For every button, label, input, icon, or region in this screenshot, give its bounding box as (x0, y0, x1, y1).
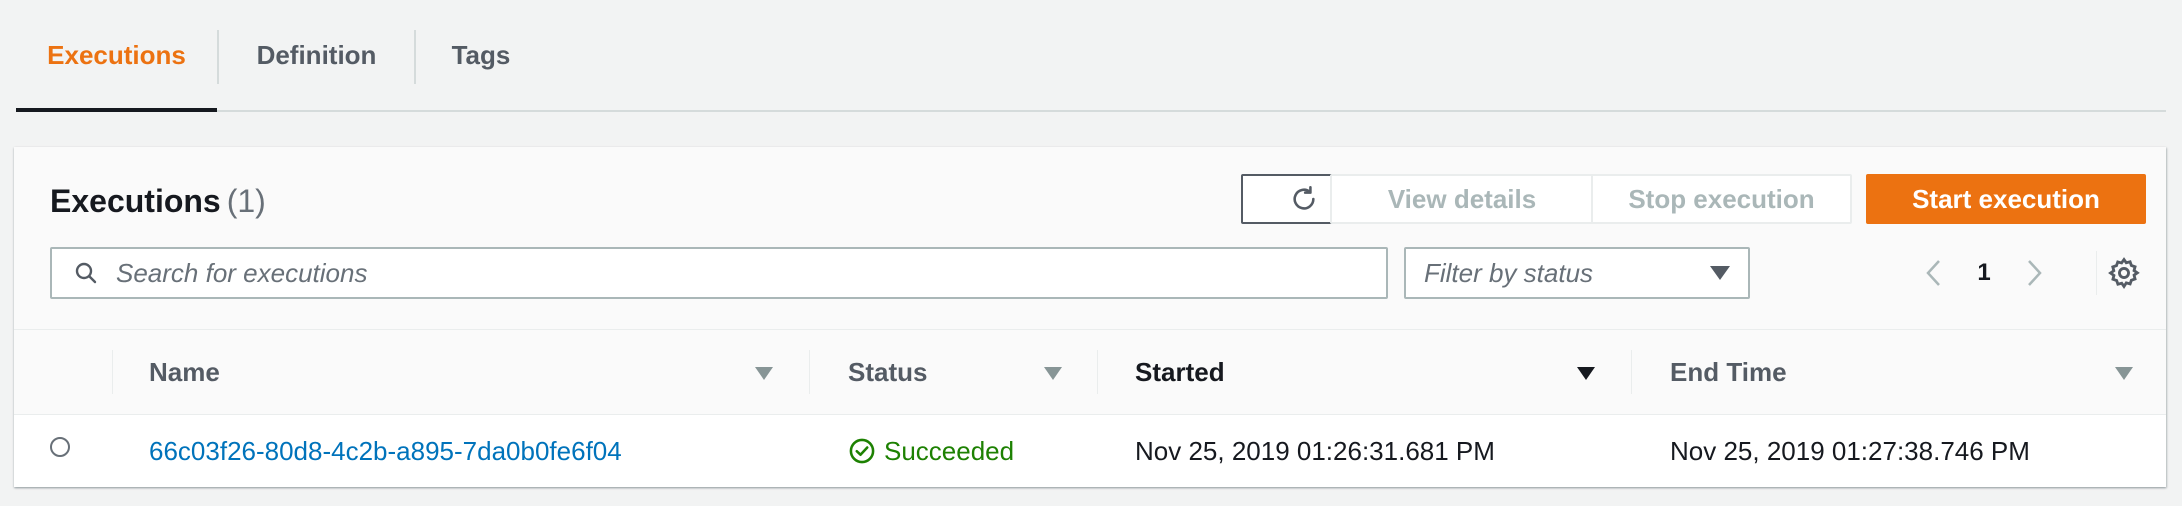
execution-count: (1) (226, 183, 266, 219)
row-select-radio[interactable] (50, 437, 70, 457)
tab-executions[interactable]: Executions (16, 0, 217, 112)
view-details-button[interactable]: View details (1330, 174, 1594, 224)
panel-title: Executions (1) (50, 183, 266, 220)
sort-caret-icon[interactable] (1044, 367, 1062, 380)
column-header-status[interactable]: Status (848, 330, 927, 414)
execution-status-cell: Succeeded (848, 415, 1014, 487)
started-cell: Nov 25, 2019 01:26:31.681 PM (1135, 435, 1495, 466)
table-row: 66c03f26-80d8-4c2b-a895-7da0b0fe6f04 Suc… (14, 415, 2166, 487)
refresh-icon (1292, 186, 1315, 210)
caret-down-icon (1710, 266, 1730, 280)
column-divider (809, 350, 810, 394)
status-text: Succeeded (884, 435, 1015, 466)
previous-page-button[interactable] (1914, 253, 1954, 293)
check-circle-icon (849, 438, 875, 464)
panel-header: Executions (1) View details Stop executio… (14, 147, 2166, 330)
column-header-started[interactable]: Started (1135, 330, 1225, 414)
executions-panel: Executions (1) View details Stop executio… (14, 147, 2166, 487)
gear-icon[interactable] (2107, 256, 2141, 290)
current-page-number[interactable]: 1 (1954, 259, 2014, 287)
pagination-divider (2096, 251, 2097, 295)
sort-caret-icon[interactable] (2115, 367, 2133, 380)
tab-bar: Executions Definition Tags (16, 0, 2166, 112)
search-icon (75, 262, 97, 284)
stop-execution-button[interactable]: Stop execution (1591, 174, 1852, 224)
column-divider (1631, 350, 1632, 394)
execution-name-cell: 66c03f26-80d8-4c2b-a895-7da0b0fe6f04 (149, 415, 622, 487)
table-header: Name Status Started End Time (14, 330, 2166, 415)
column-divider (1097, 350, 1098, 394)
chevron-right-icon (2028, 260, 2042, 286)
column-header-name[interactable]: Name (149, 330, 220, 414)
column-divider (112, 350, 113, 394)
status-filter-select[interactable]: Filter by status (1404, 247, 1750, 299)
pagination: 1 (1914, 253, 2054, 293)
search-input[interactable] (114, 256, 1386, 290)
tab-definition[interactable]: Definition (219, 0, 414, 110)
start-execution-button[interactable]: Start execution (1866, 174, 2146, 224)
end-time-cell: Nov 25, 2019 01:27:38.746 PM (1670, 435, 2030, 466)
execution-name-link[interactable]: 66c03f26-80d8-4c2b-a895-7da0b0fe6f04 (149, 436, 622, 467)
chevron-left-icon (1926, 260, 1940, 286)
column-header-end-time[interactable]: End Time (1670, 330, 1787, 414)
next-page-button[interactable] (2014, 253, 2054, 293)
sort-caret-icon[interactable] (1577, 367, 1595, 380)
tab-tags[interactable]: Tags (416, 0, 546, 110)
search-box (50, 247, 1388, 299)
panel-title-text: Executions (50, 183, 221, 219)
sort-caret-icon[interactable] (755, 367, 773, 380)
status-filter-placeholder: Filter by status (1424, 257, 1594, 288)
